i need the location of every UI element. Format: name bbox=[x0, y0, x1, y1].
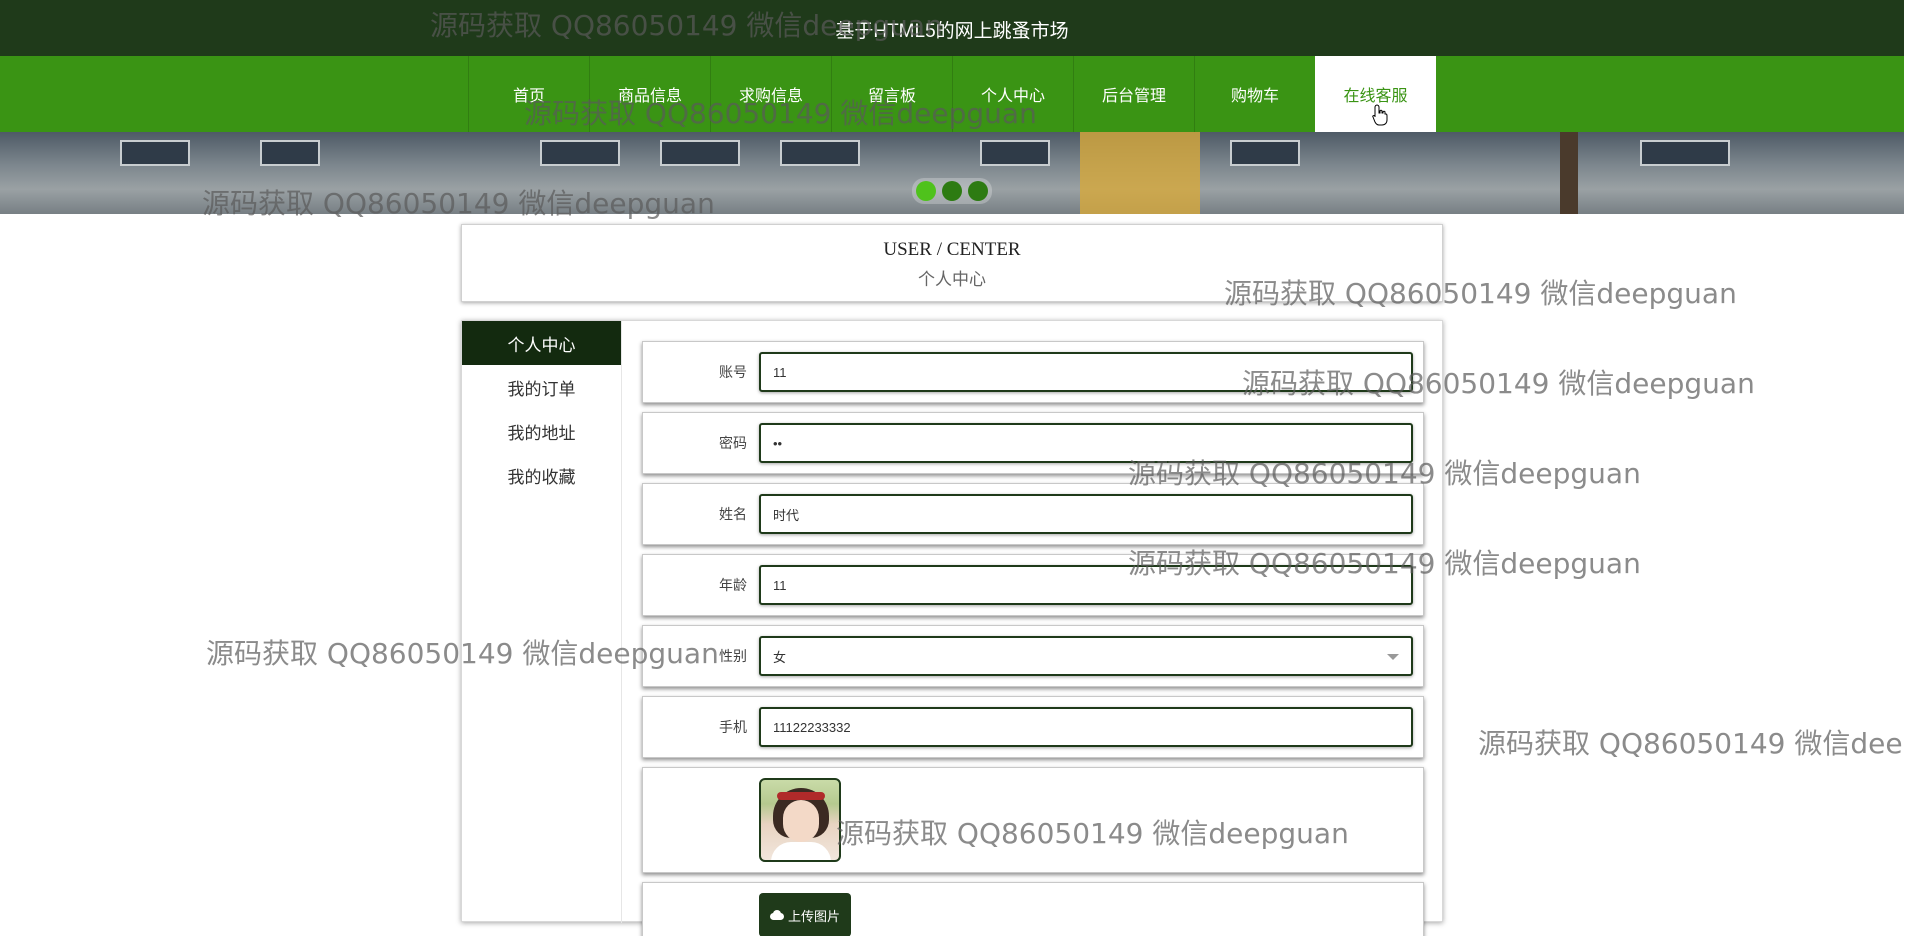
page-heading-zh: 个人中心 bbox=[918, 270, 986, 289]
phone-label: 手机 bbox=[719, 719, 747, 735]
nav-item-user-center[interactable]: 个人中心 bbox=[952, 56, 1073, 132]
sidebar-item-my-address[interactable]: 我的地址 bbox=[462, 409, 621, 453]
banner-window bbox=[260, 140, 320, 166]
page-heading-en: USER / CENTER bbox=[883, 239, 1021, 260]
page-heading: USER / CENTER 个人中心 bbox=[461, 224, 1443, 302]
nav-item-admin[interactable]: 后台管理 bbox=[1073, 56, 1194, 132]
avatar bbox=[759, 778, 841, 862]
sidebar: 个人中心 我的订单 我的地址 我的收藏 bbox=[462, 321, 622, 923]
form-row-phone: 手机 11122233332 bbox=[642, 696, 1424, 758]
nav-item-wanted[interactable]: 求购信息 bbox=[710, 56, 831, 132]
main-nav-bar: 首页 商品信息 求购信息 留言板 个人中心 后台管理 购物车 在线客服 bbox=[0, 56, 1904, 132]
form-row-age: 年龄 11 bbox=[642, 554, 1424, 616]
watermark: 源码获取 QQ86050149 微信deepguan bbox=[1478, 727, 1904, 760]
upload-image-button[interactable]: 上传图片 bbox=[759, 893, 851, 936]
password-field[interactable]: •• bbox=[759, 423, 1413, 463]
phone-field[interactable]: 11122233332 bbox=[759, 707, 1413, 747]
form-row-password: 密码 •• bbox=[642, 412, 1424, 474]
banner-tree bbox=[1080, 132, 1200, 214]
sidebar-item-my-favorites[interactable]: 我的收藏 bbox=[462, 453, 621, 497]
name-field[interactable]: 时代 bbox=[759, 494, 1413, 534]
banner-window bbox=[1640, 140, 1730, 166]
form-row-gender: 性别 女 bbox=[642, 625, 1424, 687]
banner-window bbox=[1230, 140, 1300, 166]
carousel-dots bbox=[912, 178, 992, 204]
gender-select[interactable]: 女 bbox=[759, 636, 1413, 676]
avatar-headband bbox=[777, 792, 825, 800]
hand-cursor-icon bbox=[1372, 104, 1388, 126]
age-field[interactable]: 11 bbox=[759, 565, 1413, 605]
banner-window bbox=[780, 140, 860, 166]
nav-item-message-board[interactable]: 留言板 bbox=[831, 56, 952, 132]
sidebar-item-my-orders[interactable]: 我的订单 bbox=[462, 365, 621, 409]
cloud-upload-icon bbox=[769, 910, 784, 920]
top-title-bar: 基于HTML5的网上跳蚤市场 bbox=[0, 0, 1904, 56]
nav-item-home[interactable]: 首页 bbox=[468, 56, 589, 132]
account-field[interactable]: 11 bbox=[759, 352, 1413, 392]
gender-selected-value: 女 bbox=[773, 649, 787, 665]
password-label: 密码 bbox=[719, 435, 747, 451]
sidebar-item-user-center[interactable]: 个人中心 bbox=[462, 321, 621, 365]
profile-form: 账号 11 密码 •• 姓名 时代 年龄 11 性别 女 手机 11122233… bbox=[642, 341, 1424, 936]
chevron-down-icon bbox=[1387, 654, 1399, 660]
upload-button-label: 上传图片 bbox=[787, 908, 840, 924]
form-row-avatar bbox=[642, 767, 1424, 873]
carousel-dot[interactable] bbox=[968, 181, 988, 201]
carousel-dot[interactable] bbox=[942, 181, 962, 201]
form-row-name: 姓名 时代 bbox=[642, 483, 1424, 545]
account-label: 账号 bbox=[719, 364, 747, 380]
banner-window bbox=[120, 140, 190, 166]
carousel-dot[interactable] bbox=[916, 181, 936, 201]
form-row-account: 账号 11 bbox=[642, 341, 1424, 403]
banner-tree-trunk bbox=[1560, 132, 1578, 214]
user-center-panel: 个人中心 我的订单 我的地址 我的收藏 账号 11 密码 •• 姓名 时代 年龄… bbox=[461, 320, 1443, 936]
age-label: 年龄 bbox=[719, 577, 747, 593]
avatar-body bbox=[771, 842, 831, 860]
site-title: 基于HTML5的网上跳蚤市场 bbox=[835, 21, 1069, 42]
name-label: 姓名 bbox=[719, 506, 747, 522]
gender-label: 性别 bbox=[719, 648, 747, 664]
banner-window bbox=[660, 140, 740, 166]
nav-item-products[interactable]: 商品信息 bbox=[589, 56, 710, 132]
banner-window bbox=[540, 140, 620, 166]
avatar-face bbox=[783, 800, 819, 842]
main-nav: 首页 商品信息 求购信息 留言板 个人中心 后台管理 购物车 在线客服 bbox=[468, 56, 1436, 132]
banner-window bbox=[980, 140, 1050, 166]
nav-item-cart[interactable]: 购物车 bbox=[1194, 56, 1315, 132]
form-row-upload: 上传图片 bbox=[642, 882, 1424, 936]
